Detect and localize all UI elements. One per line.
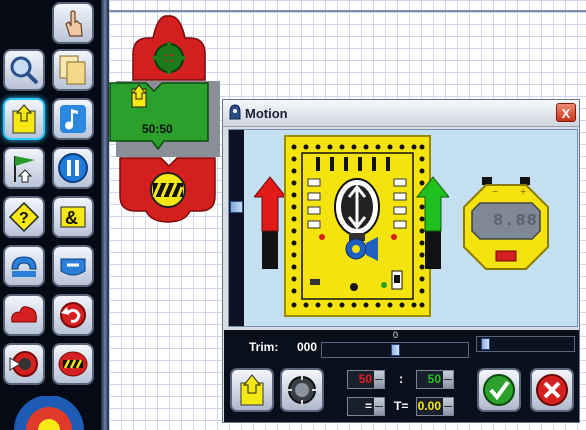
cloud-button[interactable] bbox=[3, 294, 45, 336]
compare-op-spinner[interactable] bbox=[374, 398, 384, 415]
right-power-value: 50 bbox=[427, 372, 441, 386]
sound-note-icon bbox=[60, 105, 86, 133]
zoom-button[interactable] bbox=[3, 49, 45, 91]
dialog-title: Motion bbox=[245, 106, 288, 121]
motion-dialog: Motion X − + 8.88 Trim: 000 0 50: 50 = … bbox=[222, 99, 580, 423]
time-value: 0.00 bbox=[417, 399, 441, 413]
loop-button[interactable] bbox=[3, 245, 45, 287]
start-block-gear-icon bbox=[153, 42, 185, 74]
gear-arrow-icon bbox=[9, 351, 38, 377]
ok-button[interactable] bbox=[477, 368, 521, 412]
time-spinner[interactable] bbox=[443, 398, 453, 415]
timer-display: 8.88 bbox=[493, 212, 538, 231]
right-motor-arrow-icon bbox=[415, 176, 449, 269]
move-up-icon bbox=[240, 374, 264, 406]
motion-preview: − + 8.88 bbox=[228, 129, 578, 327]
robot-title-icon bbox=[229, 104, 241, 120]
compare-op-value: = bbox=[364, 399, 372, 413]
right-power-spinner[interactable] bbox=[443, 371, 453, 388]
decision-button[interactable]: ? bbox=[3, 196, 45, 238]
start-button[interactable] bbox=[3, 147, 45, 189]
speed-slider-vertical[interactable] bbox=[229, 130, 244, 326]
gear-motor-icon bbox=[287, 375, 317, 405]
question-decision-icon: ? bbox=[8, 201, 40, 233]
left-power-spinner[interactable] bbox=[374, 371, 384, 388]
motion-command-icon bbox=[12, 104, 36, 134]
right-power-field[interactable]: 50 bbox=[416, 370, 454, 389]
return-arrow-icon bbox=[60, 302, 86, 328]
robot-board bbox=[284, 135, 431, 317]
gear-logo-icon bbox=[14, 396, 84, 430]
left-power-value: 50 bbox=[358, 372, 372, 386]
trim-slider-center-mark: 0 bbox=[393, 330, 399, 340]
hand-tool-icon bbox=[65, 10, 83, 37]
cancel-x-icon bbox=[536, 374, 568, 406]
loop-end-icon bbox=[60, 258, 86, 276]
canvas-ruler bbox=[109, 10, 586, 12]
cancel-button[interactable] bbox=[530, 368, 574, 412]
trim-label: Trim: bbox=[249, 340, 279, 354]
flag-start-icon bbox=[14, 156, 35, 183]
svg-text:−: − bbox=[492, 186, 498, 198]
tool-palette: ? & bbox=[0, 0, 101, 430]
hand-tool-button[interactable] bbox=[52, 2, 94, 44]
motion-block-value: 50:50 bbox=[142, 122, 173, 136]
end-block-icon bbox=[58, 351, 88, 377]
left-power-field[interactable]: 50 bbox=[347, 370, 385, 389]
duration-slider[interactable] bbox=[476, 336, 575, 352]
duration-slider-thumb[interactable] bbox=[481, 338, 490, 350]
time-label: T= bbox=[394, 399, 409, 413]
check-icon bbox=[483, 374, 515, 406]
loop-icon bbox=[11, 256, 37, 277]
trim-value: 000 bbox=[297, 340, 318, 354]
loop-end-button[interactable] bbox=[52, 245, 94, 287]
return-button[interactable] bbox=[52, 294, 94, 336]
dialog-titlebar[interactable]: Motion X bbox=[223, 100, 579, 127]
end-block[interactable] bbox=[118, 156, 216, 224]
close-button[interactable]: X bbox=[556, 103, 576, 122]
close-icon: X bbox=[561, 106, 571, 121]
robot-board-graphic bbox=[291, 144, 425, 308]
copy-button[interactable] bbox=[52, 49, 94, 91]
sound-button[interactable] bbox=[52, 98, 94, 140]
ampersand-icon: & bbox=[60, 206, 86, 228]
move-mode-button[interactable] bbox=[230, 368, 274, 412]
motion-block[interactable]: 50:50 bbox=[108, 79, 220, 157]
palette-divider[interactable] bbox=[101, 0, 109, 430]
compare-op-field[interactable]: = bbox=[347, 397, 385, 416]
cloud-icon bbox=[11, 306, 37, 323]
speed-slider-thumb[interactable] bbox=[230, 201, 243, 213]
power-separator: : bbox=[399, 371, 404, 386]
svg-text:?: ? bbox=[19, 210, 29, 227]
pause-icon bbox=[58, 153, 88, 183]
time-field[interactable]: 0.00 bbox=[416, 397, 454, 416]
gear-mode-button[interactable] bbox=[280, 368, 324, 412]
svg-text:+: + bbox=[520, 186, 526, 198]
end-block-button[interactable] bbox=[52, 343, 94, 385]
trim-slider-thumb[interactable] bbox=[391, 344, 400, 356]
motion-command-button[interactable] bbox=[3, 98, 45, 140]
left-motor-arrow-icon bbox=[254, 176, 288, 269]
zoom-icon bbox=[10, 56, 39, 85]
svg-text:&: & bbox=[65, 208, 78, 228]
trim-slider[interactable] bbox=[321, 342, 469, 358]
ampersand-button[interactable]: & bbox=[52, 196, 94, 238]
gear-arrow-button[interactable] bbox=[3, 343, 45, 385]
copy-icon bbox=[59, 55, 86, 85]
motion-controls: Trim: 000 0 50 : 50 = T= 0.00 bbox=[224, 330, 579, 422]
pause-button[interactable] bbox=[52, 147, 94, 189]
